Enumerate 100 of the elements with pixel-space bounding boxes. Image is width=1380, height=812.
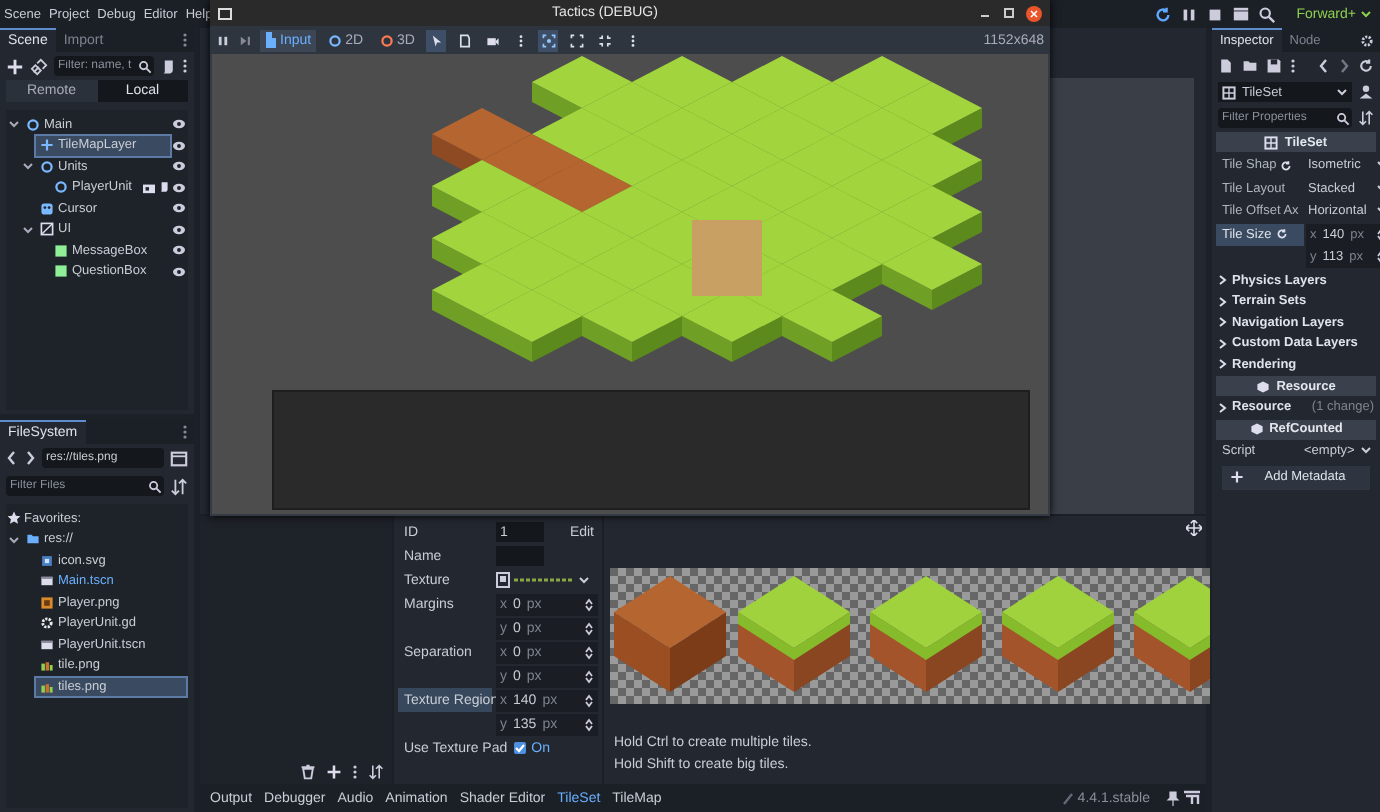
tool-button[interactable] <box>566 29 587 51</box>
restart-icon[interactable] <box>1154 5 1173 23</box>
add-icon <box>1230 470 1244 484</box>
close-icon[interactable] <box>1026 5 1042 21</box>
camera-icon <box>485 33 500 47</box>
back-icon[interactable] <box>6 450 18 466</box>
spinner-icon[interactable] <box>584 621 594 635</box>
add-icon[interactable] <box>326 764 342 780</box>
caret-icon <box>1336 87 1348 97</box>
tile-file-icon <box>40 658 54 673</box>
tile-atlas-drawing[interactable] <box>610 568 1210 704</box>
star-icon <box>6 510 22 527</box>
documentation-icon[interactable] <box>1358 84 1374 100</box>
caret-icon <box>1360 445 1372 455</box>
add-icon[interactable] <box>6 57 24 75</box>
control-icon <box>40 222 54 237</box>
pause-icon[interactable] <box>216 33 230 47</box>
tileset-icon <box>1222 85 1236 99</box>
more-icon[interactable] <box>182 58 188 74</box>
sort-icon[interactable] <box>170 477 188 495</box>
history-icon[interactable] <box>1358 58 1374 74</box>
sort-icon[interactable] <box>1358 110 1374 126</box>
scene-file-icon <box>40 637 54 652</box>
movie-icon[interactable] <box>1232 5 1251 23</box>
layout-icon[interactable] <box>170 449 188 467</box>
caret-icon[interactable] <box>8 118 20 131</box>
tool-button[interactable] <box>594 29 615 51</box>
step-icon[interactable] <box>238 33 252 47</box>
ring-icon <box>327 33 342 47</box>
sort-icon[interactable] <box>368 764 384 780</box>
caret-icon <box>1218 401 1228 414</box>
script-icon[interactable] <box>160 57 176 75</box>
pencil-icon <box>1061 791 1074 805</box>
visibility-icon[interactable] <box>172 160 186 173</box>
cross-icon <box>40 138 54 153</box>
stop-icon[interactable] <box>1206 5 1225 23</box>
save-icon[interactable] <box>1266 58 1282 74</box>
more-icon[interactable] <box>182 424 188 440</box>
more-icon[interactable] <box>352 764 358 780</box>
spinner-icon[interactable] <box>584 669 594 683</box>
back-icon[interactable] <box>1318 58 1330 74</box>
revert-icon[interactable] <box>1280 159 1293 172</box>
gear-icon <box>40 616 54 631</box>
visibility-icon[interactable] <box>172 244 186 257</box>
scene-file-icon <box>40 574 54 589</box>
script-icon[interactable] <box>158 180 170 195</box>
forward-icon[interactable] <box>24 450 36 466</box>
revert-icon[interactable] <box>1275 228 1288 241</box>
caret-icon[interactable] <box>22 223 34 236</box>
document-icon <box>457 33 472 47</box>
panel-toggle-icon[interactable] <box>1184 790 1200 806</box>
spinner-icon[interactable] <box>584 645 594 659</box>
tool-button[interactable] <box>454 29 475 51</box>
tool-button[interactable] <box>538 29 559 51</box>
window-icon <box>218 7 232 19</box>
tile-file-icon <box>40 679 54 694</box>
sprite-icon <box>40 201 54 216</box>
visibility-icon[interactable] <box>172 181 186 194</box>
cube-icon <box>1249 422 1264 436</box>
caret-icon <box>1360 9 1372 19</box>
search-icon[interactable] <box>1258 5 1277 23</box>
pause-icon[interactable] <box>1180 5 1199 23</box>
shrink-icon <box>597 33 612 47</box>
link-icon[interactable] <box>30 57 48 75</box>
checkbox[interactable] <box>513 742 526 754</box>
caret-icon[interactable] <box>22 160 34 173</box>
frame-icon <box>541 33 556 47</box>
more-icon <box>629 33 636 47</box>
spinner-icon[interactable] <box>584 597 594 611</box>
caret-icon <box>578 575 590 585</box>
texture-picker[interactable] <box>496 572 590 588</box>
visibility-icon[interactable] <box>172 118 186 131</box>
visibility-icon[interactable] <box>172 223 186 236</box>
folder-icon <box>26 532 40 547</box>
spinner-icon[interactable] <box>584 693 594 707</box>
more-icon[interactable] <box>1290 58 1296 74</box>
caret-icon[interactable] <box>8 533 20 546</box>
pin-icon[interactable] <box>1166 790 1180 806</box>
cube-icon <box>1256 379 1271 393</box>
more-icon[interactable] <box>182 32 188 48</box>
move-icon[interactable] <box>1186 520 1202 536</box>
character-sprite-placeholder <box>692 220 762 296</box>
tool-button[interactable] <box>426 29 447 51</box>
trash-icon[interactable] <box>300 764 316 780</box>
pointer-icon <box>429 33 444 47</box>
maximize-icon[interactable] <box>1002 6 1016 20</box>
texture-icon <box>496 572 510 588</box>
new-file-icon[interactable] <box>1218 58 1234 74</box>
folder-icon[interactable] <box>1242 58 1258 74</box>
ring-icon <box>26 117 40 132</box>
visibility-icon[interactable] <box>172 202 186 215</box>
spinner-icon[interactable] <box>584 717 594 731</box>
square-icon <box>54 264 68 279</box>
scene-icon[interactable] <box>142 181 156 194</box>
visibility-icon[interactable] <box>172 139 186 152</box>
texture-preview-icon <box>514 576 574 584</box>
more-icon <box>517 33 524 47</box>
settings-icon[interactable] <box>1360 33 1374 47</box>
square-icon <box>54 243 68 258</box>
visibility-icon[interactable] <box>172 265 186 278</box>
